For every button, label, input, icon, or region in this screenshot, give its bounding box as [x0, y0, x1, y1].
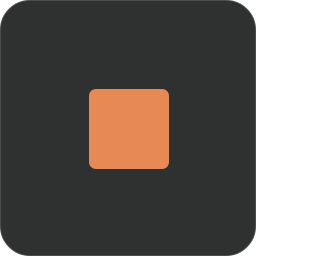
- app-icon-tile[interactable]: [0, 0, 256, 256]
- stop-icon: [89, 89, 169, 169]
